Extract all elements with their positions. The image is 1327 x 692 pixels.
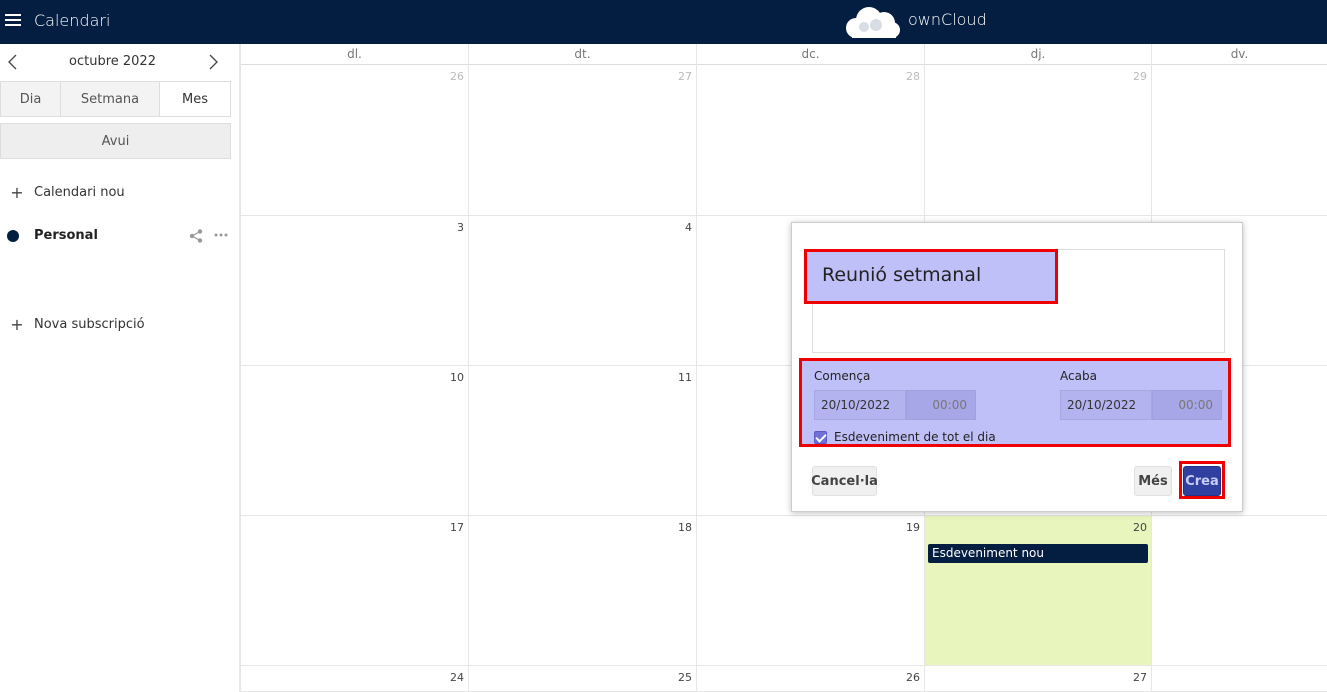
tab-week[interactable]: Setmana [61,81,160,117]
allday-checkbox[interactable] [814,431,827,444]
day-cell[interactable]: 27 [468,65,696,216]
more-button[interactable]: Més [1134,466,1172,496]
day-cell[interactable] [1151,65,1327,216]
day-cell[interactable]: 24 [240,666,468,692]
day-cell[interactable]: 18 [468,516,696,666]
owncloud-logo-icon [846,7,900,38]
day-cell[interactable] [1151,666,1327,692]
plus-icon: + [10,182,24,202]
event-title-input[interactable]: Reunió setmanal [804,249,1058,304]
event-chip[interactable]: Esdeveniment nou [928,544,1148,563]
cancel-button[interactable]: Cancel·la [811,466,878,496]
share-icon[interactable] [188,228,204,244]
day-number: 19 [906,521,920,534]
day-cell[interactable]: 4 [468,216,696,366]
brand-name: ownCloud [908,10,987,29]
day-cell[interactable]: 11 [468,366,696,516]
day-number: 24 [450,671,464,684]
day-number: 27 [678,70,692,83]
day-number: 25 [678,671,692,684]
day-number: 10 [450,371,464,384]
today-button[interactable]: Avui [0,123,231,159]
day-cell[interactable]: 27 [924,666,1151,692]
day-number: 20 [1133,521,1147,534]
weekday-label: dt. [468,44,696,65]
chevron-right-icon[interactable] [205,52,221,72]
new-calendar-label: Calendari nou [34,184,125,200]
weekday-header: dl. dt. dc. dj. dv. [240,44,1327,65]
day-cell-today[interactable]: 20 Esdeveniment nou [924,516,1151,666]
event-dates-block: Comença 20/10/2022 00:00 Acaba 20/10/202… [799,358,1231,447]
day-number: 11 [678,371,692,384]
day-cell[interactable]: 19 [696,516,924,666]
day-number: 4 [685,221,692,234]
more-options-icon[interactable] [213,227,229,243]
day-cell[interactable]: 10 [240,366,468,516]
weekday-label: dl. [240,44,468,65]
day-cell[interactable]: 17 [240,516,468,666]
view-switcher: Dia Setmana Mes [0,81,231,117]
day-number: 29 [1133,70,1147,83]
day-cell[interactable]: 29 [924,65,1151,216]
day-number: 18 [678,521,692,534]
weekday-label: dv. [1151,44,1327,65]
chevron-left-icon[interactable] [5,52,21,72]
new-calendar-link[interactable]: + Calendari nou [0,180,231,204]
day-cell[interactable]: 26 [240,65,468,216]
day-number: 17 [450,521,464,534]
current-month-label[interactable]: octubre 2022 [40,54,185,69]
allday-label[interactable]: Esdeveniment de tot el dia [834,430,996,444]
day-number: 26 [450,70,464,83]
end-time-input[interactable]: 00:00 [1152,390,1222,420]
app-title[interactable]: Calendari [34,11,110,30]
new-event-popover: Reunió setmanal Comença 20/10/2022 00:00… [791,222,1243,512]
top-bar: Calendari ownCloud [0,0,1327,44]
day-number: 26 [906,671,920,684]
new-subscription-label: Nova subscripció [34,316,145,332]
day-number: 3 [457,221,464,234]
calendar-item-personal[interactable]: Personal [0,224,231,248]
month-navigator: octubre 2022 [0,44,231,80]
end-date-input[interactable]: 20/10/2022 [1060,390,1152,420]
tab-month[interactable]: Mes [160,81,231,117]
day-cell[interactable]: 28 [696,65,924,216]
weekday-label: dj. [924,44,1151,65]
sidebar: octubre 2022 Dia Setmana Mes Avui + Cale… [0,44,240,692]
start-time-input[interactable]: 00:00 [906,390,976,420]
plus-icon: + [10,314,24,334]
hamburger-menu-icon[interactable] [5,14,21,28]
start-label: Comença [814,369,871,383]
day-number: 28 [906,70,920,83]
weekday-label: dc. [696,44,924,65]
calendar-name: Personal [34,228,98,243]
new-subscription-link[interactable]: + Nova subscripció [0,312,231,336]
day-cell[interactable]: 26 [696,666,924,692]
create-button[interactable]: Crea [1183,466,1221,496]
calendar-color-dot[interactable] [7,230,19,242]
day-cell[interactable]: 25 [468,666,696,692]
end-label: Acaba [1060,369,1097,383]
day-cell[interactable]: 3 [240,216,468,366]
start-date-input[interactable]: 20/10/2022 [814,390,906,420]
tab-day[interactable]: Dia [0,81,61,117]
day-cell[interactable] [1151,516,1327,666]
day-number: 27 [1133,671,1147,684]
